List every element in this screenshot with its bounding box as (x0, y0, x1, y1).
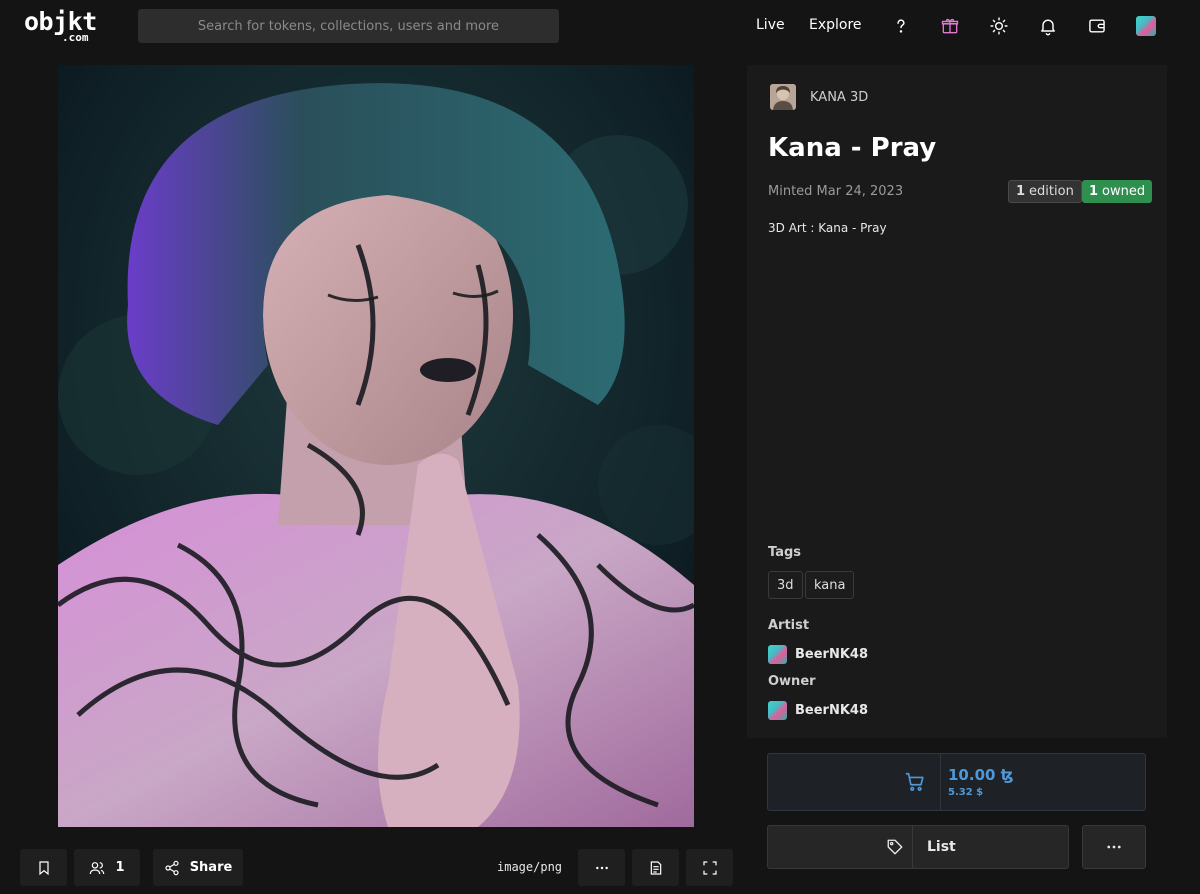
artist-name: BeerNK48 (795, 646, 868, 662)
editions-badge: 1 edition (1008, 180, 1082, 203)
more-actions-button[interactable] (1082, 825, 1146, 869)
creator-avatar-image (770, 84, 796, 110)
more-options-button[interactable] (578, 849, 625, 886)
bookmark-button[interactable] (20, 849, 67, 886)
price-tag-icon (887, 839, 903, 855)
users-icon (90, 861, 105, 874)
info-button[interactable] (632, 849, 679, 886)
owner-name: BeerNK48 (795, 702, 868, 718)
token-description: 3D Art : Kana - Pray (768, 221, 887, 235)
editions-count: 1 (1016, 184, 1026, 199)
minted-date: Minted Mar 24, 2023 (768, 184, 904, 199)
owned-badge: 1 owned (1082, 180, 1153, 203)
bookmark-icon (38, 860, 49, 875)
owners-button[interactable]: 1 (74, 849, 140, 886)
list-label: List (927, 839, 956, 855)
editions-label: edition (1029, 184, 1074, 199)
artwork-image[interactable] (58, 65, 694, 827)
share-button[interactable]: Share (153, 849, 243, 886)
buy-button[interactable]: 10.00 ꜩ 5.32 $ (767, 753, 1146, 811)
owner-label: Owner (768, 674, 816, 689)
mime-type: image/png (497, 860, 563, 874)
price-usd: 5.32 $ (948, 787, 984, 798)
gift-icon[interactable] (938, 14, 962, 38)
list-divider (912, 826, 913, 868)
search-input[interactable] (138, 9, 559, 43)
user-avatar-image (1136, 16, 1156, 36)
creator-avatar[interactable] (770, 84, 796, 110)
top-header: objkt .com Live Explore (0, 0, 1200, 52)
owner-avatar (768, 700, 787, 720)
share-icon (165, 860, 179, 875)
tag-3d[interactable]: 3d (768, 571, 803, 599)
token-title: Kana - Pray (768, 133, 937, 163)
tag-kana[interactable]: kana (805, 571, 855, 599)
owned-label: owned (1102, 184, 1146, 199)
owner-link[interactable]: BeerNK48 (768, 700, 868, 720)
tags-label: Tags (768, 545, 802, 560)
ellipsis-icon (1107, 845, 1121, 849)
artist-label: Artist (768, 618, 810, 633)
document-icon (650, 860, 661, 875)
bell-icon[interactable] (1036, 14, 1060, 38)
ellipsis-icon (595, 866, 608, 869)
price-tez: 10.00 ꜩ (948, 766, 1014, 784)
user-avatar[interactable] (1134, 14, 1158, 38)
owners-count: 1 (115, 860, 125, 875)
help-icon[interactable] (889, 14, 913, 38)
sun-icon[interactable] (987, 14, 1011, 38)
fullscreen-icon (702, 860, 717, 875)
objkt-logo[interactable]: objkt .com (24, 9, 104, 45)
artist-avatar (768, 644, 787, 664)
cart-icon (905, 772, 924, 791)
token-details-panel (747, 65, 1167, 738)
wallet-icon[interactable] (1085, 14, 1109, 38)
artist-link[interactable]: BeerNK48 (768, 644, 868, 664)
list-button[interactable]: List (767, 825, 1069, 869)
creator-name[interactable]: KANA 3D (810, 90, 868, 105)
nav-live[interactable]: Live (756, 17, 785, 33)
buy-divider (940, 754, 941, 810)
logo-subtext: .com (62, 31, 89, 44)
owned-count: 1 (1089, 184, 1099, 199)
fullscreen-button[interactable] (686, 849, 733, 886)
share-label: Share (189, 860, 233, 875)
nav-explore[interactable]: Explore (809, 17, 862, 33)
